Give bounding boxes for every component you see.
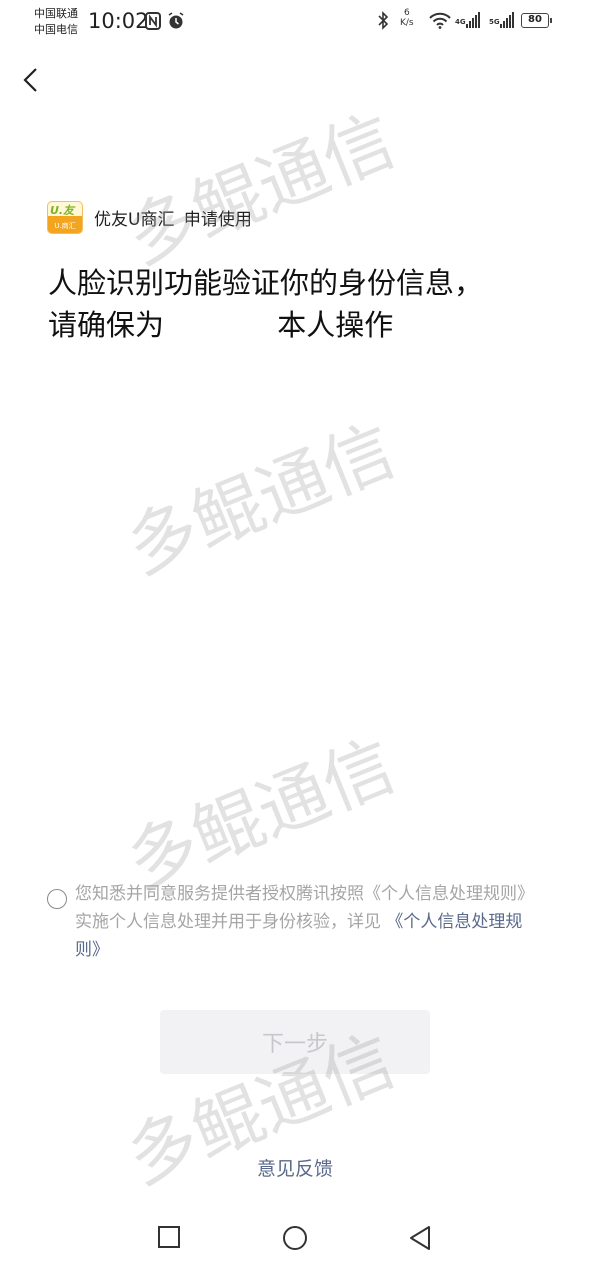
consent-text: 您知悉并同意服务提供者授权腾讯按照《个人信息处理规则》实施个人信息处理并用于身份… (75, 884, 534, 960)
consent-radio[interactable] (47, 889, 67, 909)
signal-5g: 5G (489, 18, 500, 26)
feedback-link[interactable]: 意见反馈 (0, 1154, 590, 1181)
chevron-left-icon (23, 68, 37, 92)
next-step-button[interactable]: 下一步 (160, 1010, 430, 1074)
watermark: 多鲲通信 (115, 99, 406, 280)
headline-line-2: 请确保为 本人操作 (48, 308, 394, 342)
signal-icon-1 (466, 12, 480, 28)
app-request-line: 优友U商汇 申请使用 (94, 205, 252, 230)
alarm-icon (167, 12, 185, 34)
carrier-2: 中国电信 (34, 23, 78, 36)
wifi-icon (429, 12, 451, 33)
home-button[interactable] (282, 1225, 308, 1255)
back-button[interactable] (18, 66, 46, 94)
circle-icon (283, 1226, 307, 1250)
bluetooth-icon (377, 11, 389, 34)
triangle-back-icon (410, 1226, 430, 1250)
app-logo: U.友 U.商汇 (47, 201, 83, 234)
square-icon (158, 1226, 180, 1248)
watermark: 多鲲通信 (115, 409, 406, 590)
carrier-1: 中国联通 (34, 7, 78, 20)
signal-4g: 4G (455, 18, 466, 26)
battery-icon: 80 (521, 13, 552, 28)
watermark: 多鲲通信 (115, 724, 406, 905)
headline-line-1: 人脸识别功能验证你的身份信息， (48, 266, 484, 300)
recent-apps-button[interactable] (157, 1225, 181, 1255)
status-time: 10:02 (88, 9, 149, 33)
signal-icon-2 (500, 12, 514, 28)
nav-back-button[interactable] (408, 1225, 432, 1255)
net-speed: 6 K/s (400, 8, 414, 28)
nfc-icon (145, 12, 161, 34)
request-text: 申请使用 (183, 210, 252, 230)
app-name: 优友U商汇 (94, 210, 175, 230)
